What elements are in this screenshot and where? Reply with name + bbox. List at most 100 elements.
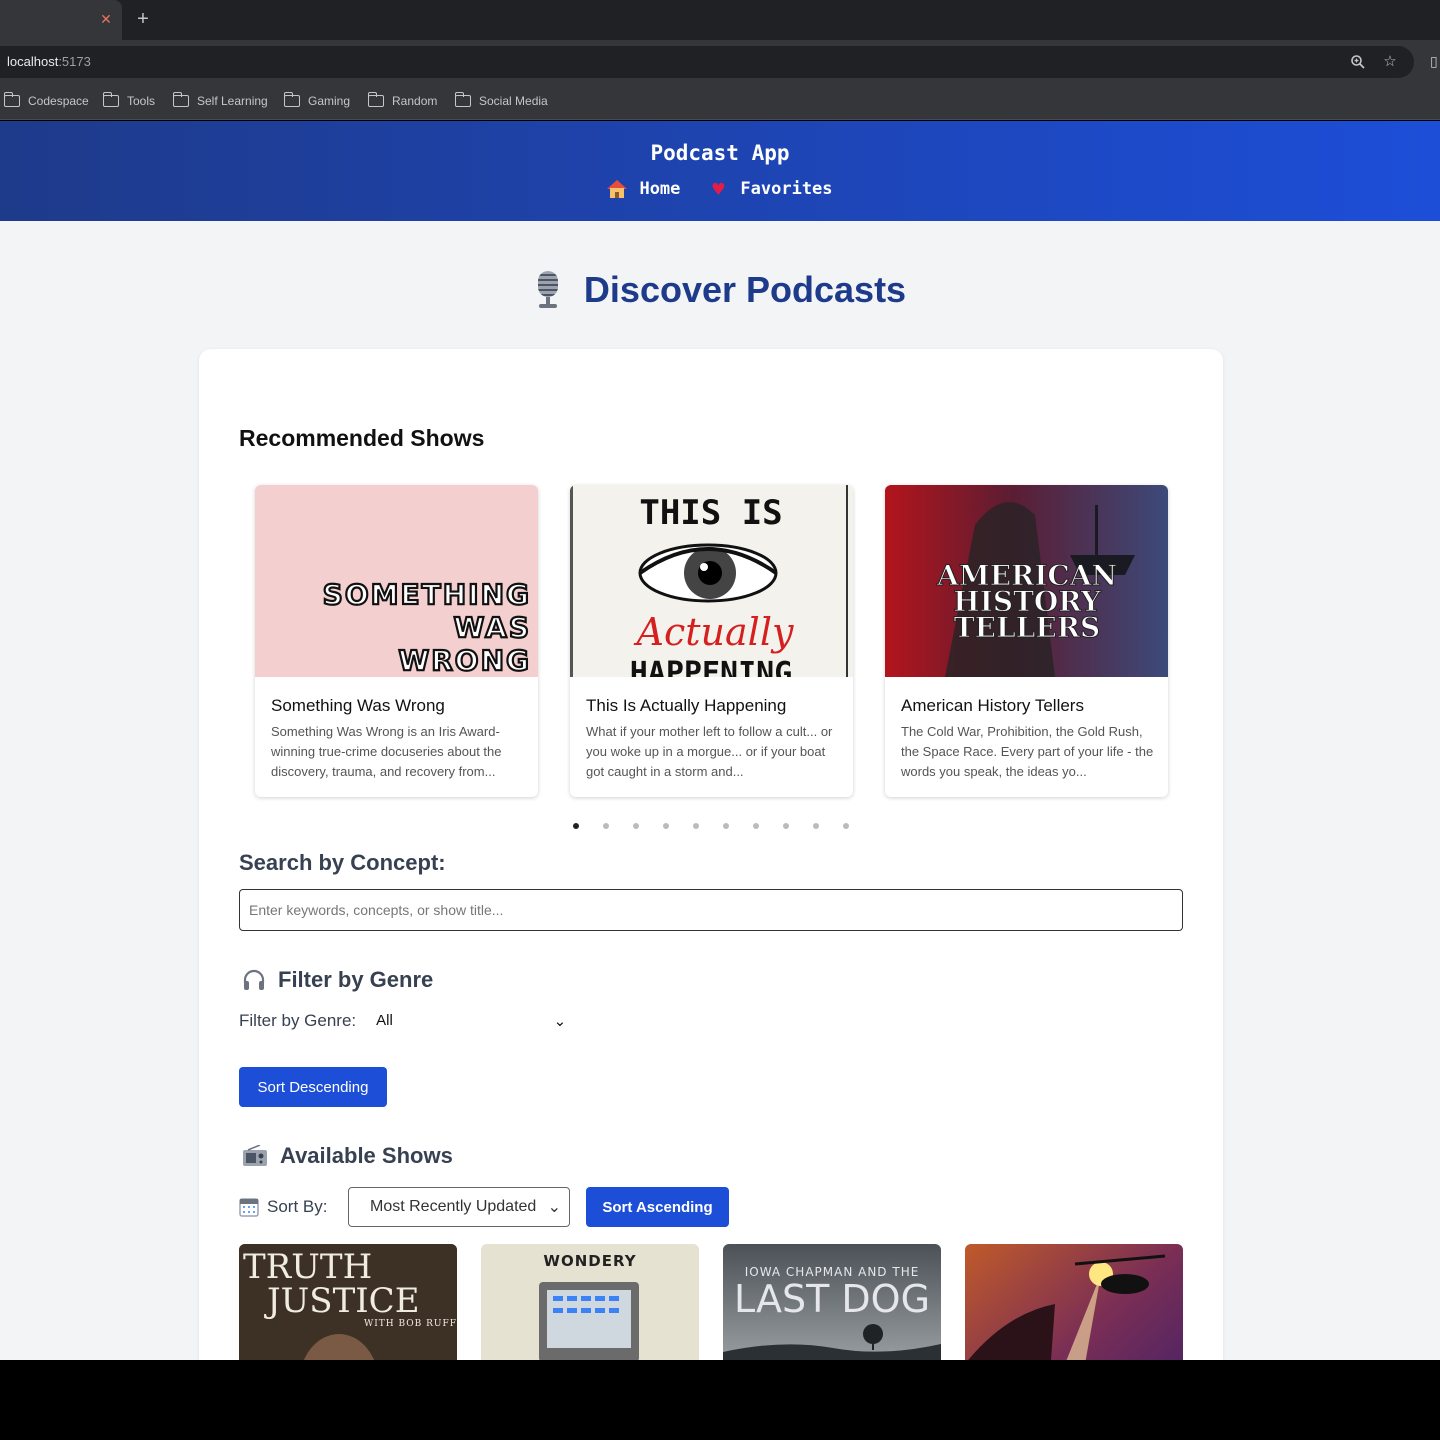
folder-icon: [367, 92, 384, 107]
browser-toolbar: localhost:5173 ☆ ▯: [0, 40, 1440, 82]
cover-text: WITH BOB RUFF: [364, 1319, 457, 1329]
bookmark-random[interactable]: Random: [367, 92, 437, 110]
folder-icon: [172, 92, 189, 107]
bookmark-label: Codespace: [28, 94, 89, 108]
bookmark-gaming[interactable]: Gaming: [283, 92, 351, 110]
folder-icon: [283, 92, 300, 107]
bookmark-star-icon[interactable]: ☆: [1382, 54, 1398, 70]
cover-text: WONDERY: [543, 1252, 636, 1270]
url-host: localhost: [7, 54, 59, 69]
cover-text: JUSTICE: [264, 1281, 420, 1321]
nav-favorites[interactable]: ♥ Favorites: [708, 179, 832, 199]
close-tab-icon[interactable]: ✕: [98, 11, 114, 27]
genre-filter-row: Filter by Genre: All ⌄: [239, 1011, 566, 1031]
app-header: Podcast App Home ♥ Favorites: [0, 121, 1440, 221]
main-nav: Home ♥ Favorites: [0, 179, 1440, 199]
bookmark-label: Social Media: [479, 94, 548, 108]
page-heading: Discover Podcasts: [0, 269, 1440, 311]
cover-text: HAPPENING: [630, 656, 793, 677]
filter-heading: Filter by Genre: [242, 967, 433, 993]
bookmark-tools[interactable]: Tools: [102, 92, 156, 110]
chevron-down-icon: ⌄: [553, 1013, 567, 1030]
app-title: Podcast App: [650, 141, 790, 165]
carousel-dot[interactable]: [723, 823, 729, 829]
url-port: :5173: [58, 54, 91, 69]
address-bar[interactable]: localhost:5173 ☆: [0, 46, 1414, 78]
nav-home[interactable]: Home: [607, 179, 680, 199]
show-tile[interactable]: [965, 1244, 1183, 1360]
cover-text: SOMETHING: [323, 578, 531, 611]
sort-descending-button[interactable]: Sort Descending: [239, 1067, 387, 1107]
sort-ascending-button[interactable]: Sort Ascending: [586, 1187, 729, 1227]
carousel-dot[interactable]: [693, 823, 699, 829]
content-card: Recommended Shows SOMETHING WAS WRONG So…: [199, 349, 1223, 1360]
microphone-icon: [534, 271, 562, 309]
carousel-dot[interactable]: [663, 823, 669, 829]
carousel-dot[interactable]: [633, 823, 639, 829]
bookmarks-bar: Codespace Tools Self Learning Gaming Ran…: [0, 82, 1440, 120]
page-title: Discover Podcasts: [583, 269, 907, 310]
show-title: This Is Actually Happening: [586, 696, 787, 715]
carousel-dot[interactable]: [843, 823, 849, 829]
bookmark-social-media[interactable]: Social Media: [454, 92, 548, 110]
carousel-dot[interactable]: [813, 823, 819, 829]
nav-home-label: Home: [639, 179, 681, 199]
cover-text: WAS: [454, 611, 531, 644]
show-cover-image: WONDERY: [481, 1244, 699, 1360]
carousel-dot[interactable]: [573, 823, 579, 829]
sort-by-select[interactable]: Most Recently Updated ⌄: [348, 1187, 570, 1227]
cover-text: WRONG: [398, 644, 531, 677]
bookmark-label: Self Learning: [197, 94, 268, 108]
bookmark-self-learning[interactable]: Self Learning: [172, 92, 268, 110]
recommended-show-card[interactable]: SOMETHING WAS WRONG Something Was Wrong …: [255, 485, 538, 797]
recommended-heading: Recommended Shows: [239, 425, 485, 451]
heart-icon: ♥: [712, 177, 725, 201]
carousel-dot[interactable]: [753, 823, 759, 829]
show-cover-image: SOMETHING WAS WRONG: [255, 485, 538, 677]
genre-selected-value: All: [376, 1012, 393, 1029]
extension-icon[interactable]: ▯: [1430, 53, 1440, 69]
nav-favorites-label: Favorites: [740, 179, 833, 199]
bookmark-label: Tools: [127, 94, 156, 108]
new-tab-icon[interactable]: +: [132, 8, 154, 30]
carousel-dot[interactable]: [603, 823, 609, 829]
genre-select[interactable]: All ⌄: [376, 1012, 566, 1030]
show-description: The Cold War, Prohibition, the Gold Rush…: [901, 724, 1154, 779]
sort-selected-value: Most Recently Updated: [370, 1198, 537, 1215]
browser-tab[interactable]: ✕: [0, 0, 122, 40]
show-cover-image: THIS IS Actually HAPPENING: [570, 485, 853, 677]
show-cover-image: IOWA CHAPMAN AND THE LAST DOG: [723, 1244, 941, 1360]
show-title: American History Tellers: [901, 696, 1084, 715]
recommended-show-card[interactable]: AMERICAN HISTORY TELLERS American Histor…: [885, 485, 1168, 797]
app-viewport: Podcast App Home ♥ Favorites Discover Po…: [0, 121, 1440, 1360]
cover-text: THIS IS: [639, 493, 782, 533]
search-input[interactable]: [239, 889, 1183, 931]
chevron-down-icon: ⌄: [547, 1199, 561, 1216]
show-tile[interactable]: IOWA CHAPMAN AND THE LAST DOG: [723, 1244, 941, 1360]
genre-filter-label: Filter by Genre:: [239, 1011, 357, 1030]
sort-row: Sort By:: [239, 1187, 327, 1227]
show-cover-image: [965, 1244, 1183, 1360]
cover-text: Actually: [634, 610, 794, 654]
folder-icon: [454, 92, 471, 107]
show-description: Something Was Wrong is an Iris Award-win…: [271, 724, 502, 779]
show-tile[interactable]: WONDERY: [481, 1244, 699, 1360]
carousel-dots: [199, 823, 1223, 829]
radio-icon: [243, 1145, 267, 1166]
show-tile[interactable]: TRUTH JUSTICE WITH BOB RUFF: [239, 1244, 457, 1360]
available-heading: Available Shows: [242, 1143, 453, 1169]
zoom-icon[interactable]: [1350, 54, 1366, 70]
filter-heading-label: Filter by Genre: [278, 967, 434, 992]
cover-text: LAST DOG: [734, 1277, 930, 1321]
recommended-show-card[interactable]: THIS IS Actually HAPPENING This Is Actua…: [570, 485, 853, 797]
cover-text: TELLERS: [954, 611, 1100, 644]
available-heading-label: Available Shows: [280, 1143, 453, 1168]
folder-icon: [3, 92, 20, 107]
carousel-dot[interactable]: [783, 823, 789, 829]
show-cover-image: TRUTH JUSTICE WITH BOB RUFF: [239, 1244, 457, 1360]
show-title: Something Was Wrong: [271, 696, 445, 715]
folder-icon: [102, 92, 119, 107]
bookmark-label: Gaming: [308, 94, 351, 108]
search-heading: Search by Concept:: [239, 850, 446, 876]
bookmark-codespace[interactable]: Codespace: [3, 92, 89, 110]
